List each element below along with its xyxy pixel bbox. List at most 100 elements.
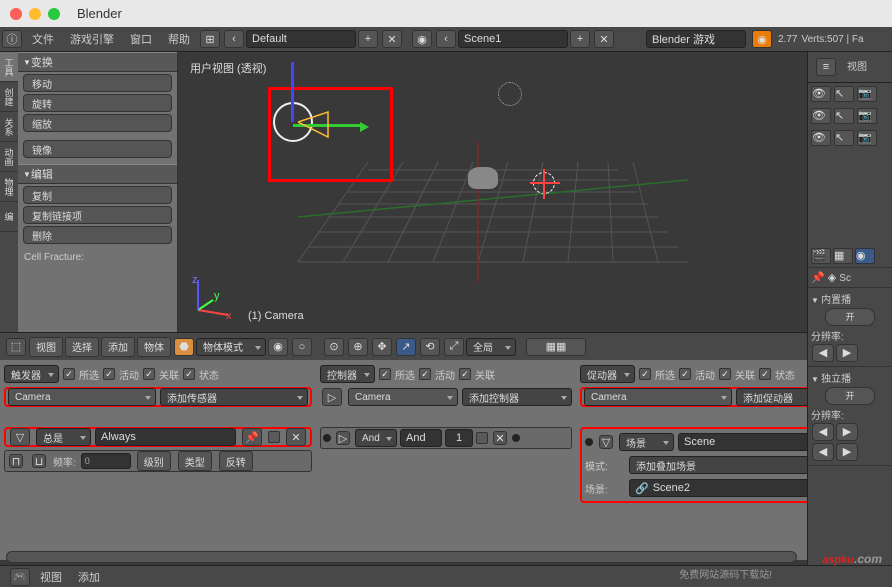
pivot2-icon[interactable]: ⊕: [348, 338, 368, 356]
c-sel-check[interactable]: [379, 368, 391, 380]
node-output-socket[interactable]: [512, 434, 520, 442]
logic-editor-icon[interactable]: 🎮: [10, 568, 30, 586]
back-icon[interactable]: ‹: [224, 30, 244, 48]
layers-grid-icon[interactable]: ▦▦: [526, 338, 586, 356]
orientation-selector[interactable]: 全局: [466, 338, 516, 356]
a-state-check[interactable]: [759, 368, 771, 380]
controller-expand-icon[interactable]: ▷: [322, 388, 342, 406]
builtin-player-header[interactable]: 内置播: [811, 291, 889, 306]
bottom-add[interactable]: 添加: [70, 569, 108, 585]
blender-icon[interactable]: ⓘ: [2, 30, 22, 48]
actuator-socket[interactable]: [585, 438, 593, 446]
c-link-check[interactable]: [459, 368, 471, 380]
vt-object[interactable]: 物体: [137, 337, 171, 357]
sensor-delete-icon[interactable]: ✕: [286, 428, 306, 446]
start-button[interactable]: 开: [825, 308, 875, 326]
prop-scene-icon[interactable]: ◉: [855, 248, 875, 264]
tab-edit[interactable]: 编: [0, 202, 18, 232]
vis-eye-icon-2[interactable]: 👁: [811, 108, 831, 124]
invert-btn[interactable]: 反转: [219, 451, 253, 471]
a-sel-check[interactable]: [639, 368, 651, 380]
add-scene-icon[interactable]: +: [570, 30, 590, 48]
prop-render-icon[interactable]: 🎬: [811, 248, 831, 264]
res3-left-icon[interactable]: ◀: [812, 443, 834, 461]
sel-check[interactable]: [63, 368, 75, 380]
sensor-toggle[interactable]: [268, 431, 280, 443]
level-btn[interactable]: 级别: [137, 451, 171, 471]
cursor-icon-3[interactable]: ↖: [834, 130, 854, 146]
controller-collapse-icon[interactable]: ▷: [336, 431, 350, 445]
controller-name-field[interactable]: And: [400, 429, 442, 447]
gizmo-z-axis[interactable]: [291, 62, 294, 122]
controller-state-field[interactable]: 1: [445, 429, 473, 447]
scene-icon[interactable]: ◉: [412, 30, 432, 48]
res-right-icon[interactable]: ▶: [836, 344, 858, 362]
pulse-true-icon[interactable]: ⊓: [9, 454, 23, 468]
mirror-button[interactable]: 镜像: [23, 140, 172, 158]
controller-prio-check[interactable]: [476, 432, 488, 444]
mesh-object[interactable]: [468, 167, 498, 189]
cursor-icon-2[interactable]: ↖: [834, 108, 854, 124]
actuator-expand-icon[interactable]: ▽: [599, 435, 613, 449]
freq-input[interactable]: [81, 453, 131, 469]
3d-viewport[interactable]: 用户视图 (透视): [178, 52, 807, 332]
a-link-check[interactable]: [719, 368, 731, 380]
camera-icon-2[interactable]: 📷: [857, 108, 877, 124]
sensor-expand-icon[interactable]: ▽: [10, 428, 30, 446]
outliner-view-label[interactable]: 视图: [847, 58, 867, 76]
actuator-type-dd[interactable]: 促动器: [580, 365, 635, 383]
vt-select[interactable]: 选择: [65, 337, 99, 357]
a-active-check[interactable]: [679, 368, 691, 380]
sensor-type-dd[interactable]: 触发器: [4, 365, 59, 383]
close-icon[interactable]: [10, 8, 22, 20]
res-left-icon[interactable]: ◀: [812, 344, 834, 362]
pulse-false-icon[interactable]: ⊔: [32, 454, 46, 468]
pin-icon[interactable]: 📌: [811, 272, 825, 284]
shading-wire-icon[interactable]: ○: [292, 338, 312, 356]
tab-relations[interactable]: 关系: [0, 112, 18, 142]
controller-and-dd[interactable]: And: [355, 429, 397, 447]
add-controller-dd[interactable]: 添加控制器: [462, 388, 572, 406]
controller-delete-icon[interactable]: ✕: [493, 431, 507, 445]
controller-type-dd[interactable]: 控制器: [320, 365, 375, 383]
menu-help[interactable]: 帮助: [160, 31, 198, 47]
renderer-selector[interactable]: Blender 游戏: [646, 30, 746, 48]
node-input-socket[interactable]: [323, 434, 331, 442]
editor-type-icon[interactable]: ⬚: [6, 338, 26, 356]
actuator-name-field[interactable]: Scene: [678, 433, 823, 451]
c-active-check[interactable]: [419, 368, 431, 380]
outliner-type-icon[interactable]: ≡: [816, 58, 836, 76]
layout-selector[interactable]: Default: [246, 30, 356, 48]
scene-back-icon[interactable]: ‹: [436, 30, 456, 48]
actuator-object[interactable]: Camera: [584, 388, 732, 406]
type-btn[interactable]: 类型: [178, 451, 212, 471]
edit-header[interactable]: 编辑: [18, 164, 177, 184]
rotate-button[interactable]: 旋转: [23, 94, 172, 112]
active-check[interactable]: [103, 368, 115, 380]
pivot-icon[interactable]: ⊙: [324, 338, 344, 356]
res3-right-icon[interactable]: ▶: [836, 443, 858, 461]
minimize-icon[interactable]: [29, 8, 41, 20]
pin-icon[interactable]: 📌: [242, 428, 262, 446]
manipulator-icon[interactable]: ✥: [372, 338, 392, 356]
tab-create[interactable]: 创建: [0, 82, 18, 112]
link-check[interactable]: [143, 368, 155, 380]
tab-physics[interactable]: 物理: [0, 172, 18, 202]
layout-grid-icon[interactable]: ⊞: [200, 30, 220, 48]
menu-file[interactable]: 文件: [24, 31, 62, 47]
sensor-always-dd[interactable]: 总是: [36, 428, 91, 446]
duplicate-button[interactable]: 复制: [23, 186, 172, 204]
delete-button[interactable]: 删除: [23, 226, 172, 244]
scale-icon[interactable]: ⤢: [444, 338, 464, 356]
horizontal-scrollbar[interactable]: [6, 551, 797, 563]
mode-selector[interactable]: 物体模式: [196, 338, 266, 356]
close-layout-icon[interactable]: ✕: [382, 30, 402, 48]
scale-button[interactable]: 缩放: [23, 114, 172, 132]
vt-add[interactable]: 添加: [101, 337, 135, 357]
tab-animation[interactable]: 动画: [0, 142, 18, 172]
camera-icon-3[interactable]: 📷: [857, 130, 877, 146]
rotate-icon[interactable]: ⟲: [420, 338, 440, 356]
maximize-icon[interactable]: [48, 8, 60, 20]
prop-layers-icon[interactable]: ▦: [833, 248, 853, 264]
shading-solid-icon[interactable]: ◉: [268, 338, 288, 356]
